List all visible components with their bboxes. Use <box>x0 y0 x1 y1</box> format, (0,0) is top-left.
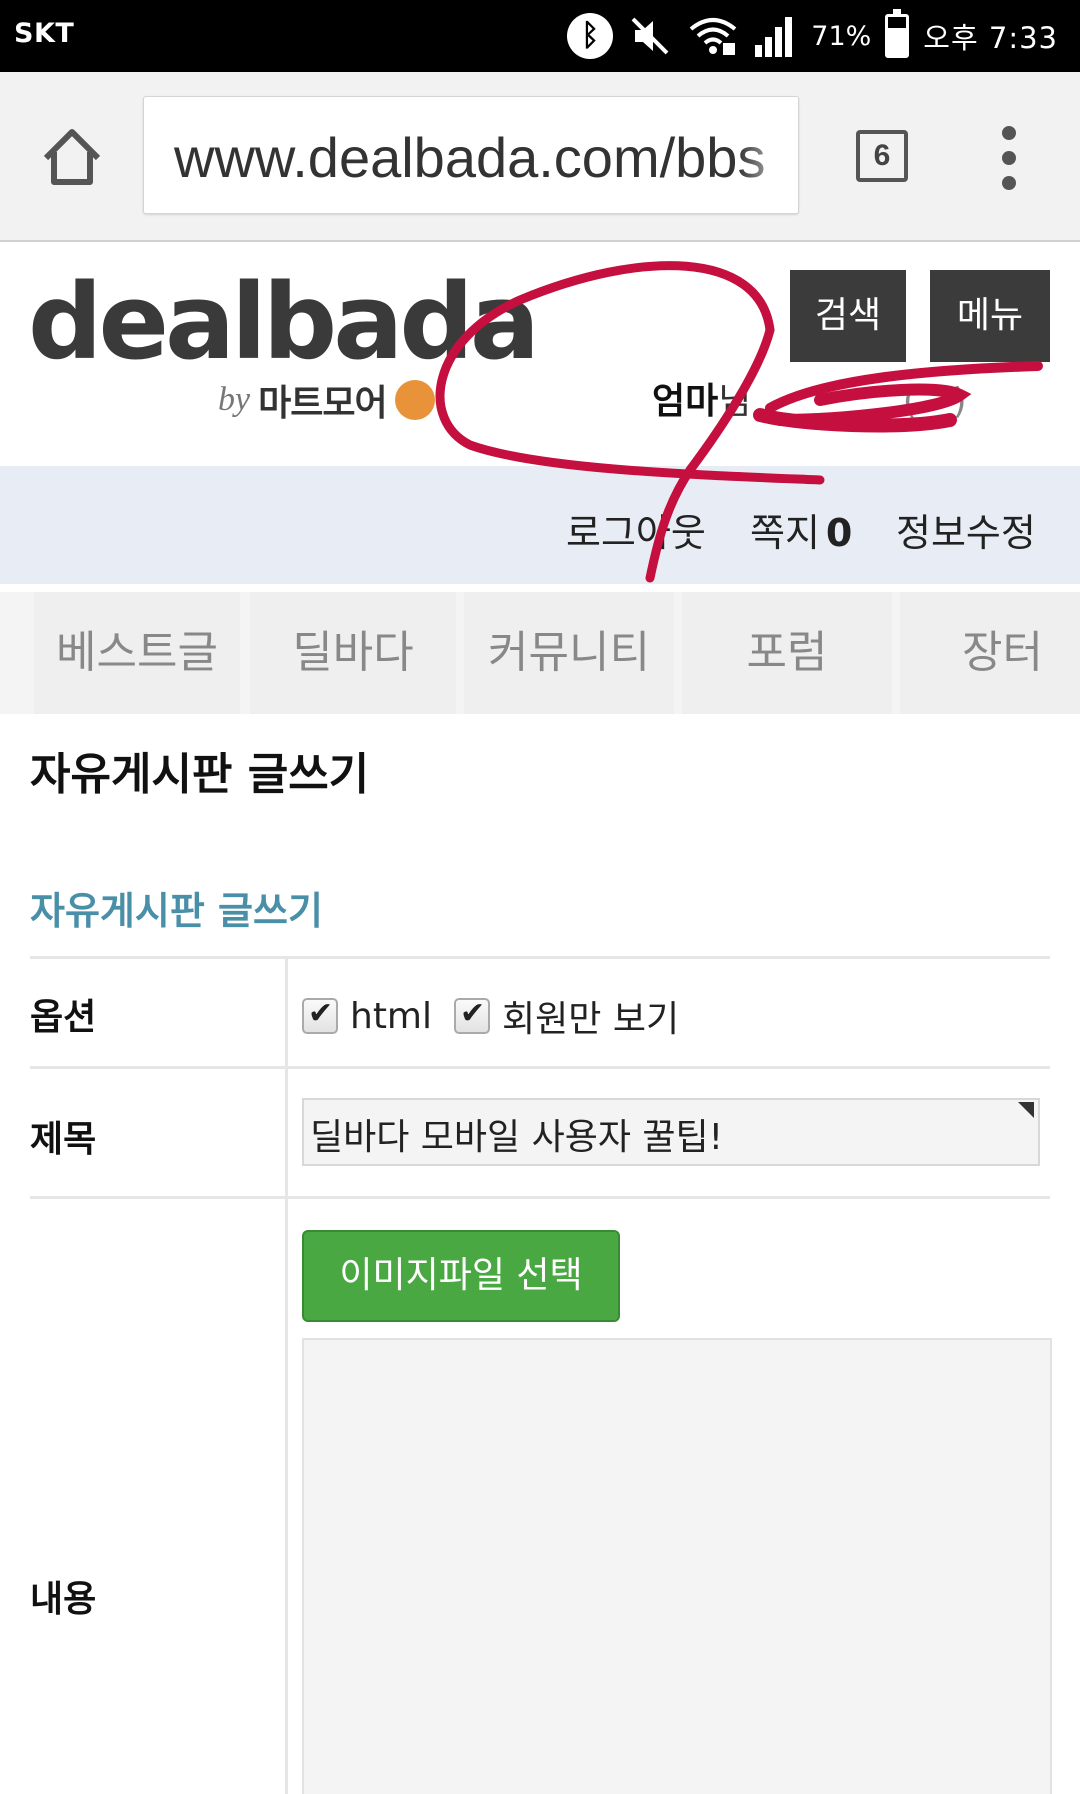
url-bar[interactable]: www.dealbada.com/bbs <box>143 96 799 214</box>
battery-icon <box>885 9 910 58</box>
form-divider <box>30 956 1050 959</box>
tab-best[interactable]: 베스트글 <box>34 592 240 714</box>
tab-dealbada[interactable]: 딜바다 <box>250 592 456 714</box>
wifi-icon <box>687 13 739 59</box>
edit-info-link[interactable]: 정보수정 <box>896 502 1036 557</box>
user-suffix: 님 <box>718 381 752 422</box>
logout-link[interactable]: 로그아웃 <box>566 502 706 557</box>
options-group: html 회원만 보기 <box>302 990 701 1042</box>
form-divider <box>30 1066 1050 1069</box>
tab-community[interactable]: 커뮤니티 <box>464 592 674 714</box>
home-icon[interactable] <box>36 122 108 194</box>
messages-link[interactable]: 쪽지 0 <box>750 502 852 557</box>
page-title: 자유게시판 글쓰기 <box>30 749 370 800</box>
user-greeting: 엄마님 ( - ) <box>652 372 967 424</box>
form-divider <box>30 1196 1050 1199</box>
clock: 오후 7:33 <box>923 21 1058 55</box>
status-icons: ᛒ 71% 오후 7:33 <box>567 9 1058 60</box>
menu-button[interactable]: 메뉴 <box>930 270 1050 362</box>
members-only-label[interactable]: 회원만 보기 <box>502 990 679 1042</box>
logo-subline: by 마트모어 <box>218 374 435 426</box>
url-text: www.dealbada.com/bbs <box>174 126 766 189</box>
more-options-icon[interactable] <box>990 126 1034 190</box>
site-header: dealbada by 마트모어 검색 메뉴 엄마님 ( - ) <box>0 244 1080 466</box>
category-tabs: 베스트글 딜바다 커뮤니티 포럼 장터 <box>0 592 1080 714</box>
logo-by: by <box>218 381 251 418</box>
messages-count: 0 <box>825 511 853 555</box>
content-label: 내용 <box>30 1579 97 1620</box>
search-button[interactable]: 검색 <box>790 270 906 362</box>
tab-market[interactable]: 장터 <box>900 592 1080 714</box>
tab-switcher-button[interactable]: 6 <box>856 130 908 182</box>
subject-input[interactable]: 딜바다 모바일 사용자 꿀팁! <box>302 1098 1040 1166</box>
select-image-button[interactable]: 이미지파일 선택 <box>302 1230 620 1322</box>
tab-forum[interactable]: 포럼 <box>682 592 892 714</box>
messages-label: 쪽지 <box>750 511 820 555</box>
form-column-divider <box>285 958 288 1794</box>
form-title: 자유게시판 글쓰기 <box>30 889 323 933</box>
url-fade <box>738 97 798 213</box>
logo-badge-icon <box>394 380 435 420</box>
logo-sub-brand: 마트모어 <box>258 383 387 424</box>
options-label: 옵션 <box>30 997 97 1038</box>
site-logo[interactable]: dealbada <box>28 270 540 374</box>
html-checkbox[interactable] <box>302 996 338 1034</box>
resize-handle-icon[interactable] <box>1018 1102 1034 1118</box>
battery-percent: 71% <box>811 20 872 52</box>
content-textarea[interactable] <box>302 1338 1052 1794</box>
user-points <box>759 381 896 422</box>
account-subnav: 로그아웃 쪽지 0 정보수정 <box>0 466 1080 584</box>
html-checkbox-label[interactable]: html <box>350 996 432 1037</box>
user-paren: ( - ) <box>902 381 967 422</box>
carrier-label: SKT <box>14 18 75 49</box>
user-name[interactable]: 엄마 <box>652 381 718 422</box>
status-bar: SKT ᛒ 71% 오후 7:33 <box>0 0 1080 72</box>
subject-label: 제목 <box>30 1119 97 1160</box>
mute-icon <box>627 13 673 59</box>
browser-toolbar: www.dealbada.com/bbs 6 <box>0 72 1080 242</box>
bluetooth-icon: ᛒ <box>567 13 614 59</box>
members-only-checkbox[interactable] <box>454 996 491 1034</box>
signal-icon <box>753 13 797 59</box>
